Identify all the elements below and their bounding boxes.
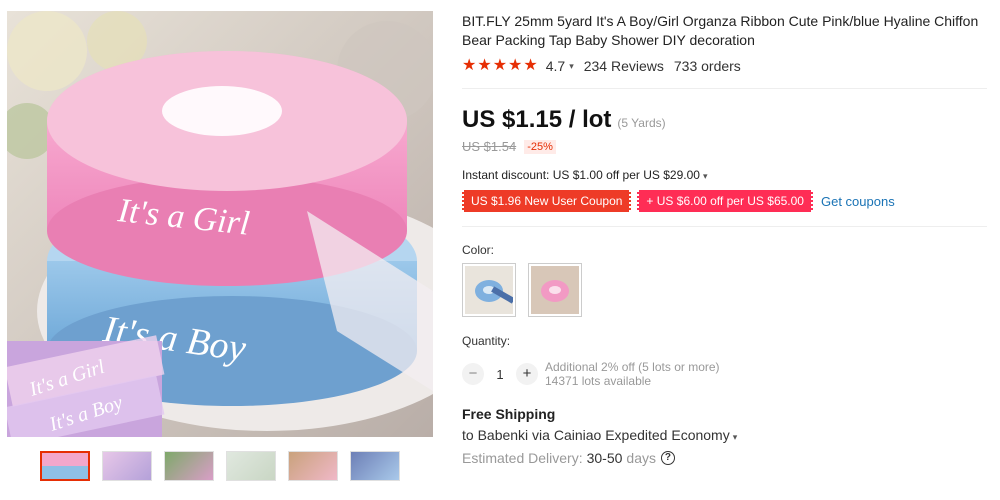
thumbnail-strip [40, 451, 400, 481]
chevron-down-icon: ▾ [702, 171, 708, 181]
chevron-down-icon: ▾ [732, 432, 738, 442]
estimated-delivery: Estimated Delivery: 30-50 days ? [462, 450, 675, 466]
bulk-discount-note: Additional 2% off (5 lots or more) [545, 360, 720, 374]
thumbnail-2[interactable] [102, 451, 152, 481]
quantity-note: Additional 2% off (5 lots or more) 14371… [545, 360, 720, 388]
quantity-increase-button[interactable]: + [516, 363, 538, 385]
shipping-destination-text: to Babenki via Cainiao Expedited Economy [462, 427, 730, 443]
product-title: BIT.FLY 25mm 5yard It's A Boy/Girl Organ… [462, 13, 979, 48]
star-icon: ★ [492, 57, 508, 74]
coupon-row: US $1.96 New User Coupon + US $6.00 off … [462, 190, 895, 212]
delivery-days: 30-50 [586, 450, 623, 466]
star-rating: ★ ★ ★ ★ ★ [462, 58, 538, 74]
star-icon: ★ [477, 57, 492, 74]
quantity-label: Quantity: [462, 334, 511, 348]
get-coupons-link[interactable]: Get coupons [821, 194, 895, 209]
chevron-down-icon[interactable]: ▾ [569, 61, 574, 72]
shipping-destination[interactable]: to Babenki via Cainiao Expedited Economy… [462, 427, 747, 443]
original-price-row: US $1.54 -25% [462, 139, 556, 154]
price-unit: (5 Yards) [617, 116, 666, 130]
color-label: Color: [462, 243, 495, 257]
rating-row: ★ ★ ★ ★ ★ 4.7 ▾ 234 Reviews 733 orders [462, 58, 741, 75]
thumbnail-4[interactable] [226, 451, 276, 481]
new-user-coupon[interactable]: US $1.96 New User Coupon [462, 190, 632, 212]
thumbnail-6[interactable] [350, 451, 400, 481]
price-row: US $1.15 / lot (5 Yards) [462, 106, 666, 134]
thumbnail-3[interactable] [164, 451, 214, 481]
store-coupon[interactable]: + US $6.00 off per US $65.00 [637, 190, 813, 212]
star-icon: ★ [523, 57, 538, 74]
stock-available: 14371 lots available [545, 374, 652, 388]
quantity-stepper: − 1 + Additional 2% off (5 lots or more)… [462, 360, 720, 388]
star-icon: ★ [508, 57, 523, 74]
original-price: US $1.54 [462, 139, 517, 154]
thumbnail-1[interactable] [40, 451, 90, 481]
shipping-title: Free Shipping [462, 406, 556, 422]
divider [462, 88, 987, 89]
quantity-input[interactable]: 1 [484, 367, 516, 382]
reviews-link[interactable]: 234 Reviews [584, 58, 664, 74]
delivery-unit: days [626, 450, 656, 466]
quantity-decrease-button[interactable]: − [462, 363, 484, 385]
instant-discount-text: Instant discount: US $1.00 off per US $2… [462, 168, 700, 182]
color-option-pink[interactable] [528, 263, 582, 317]
color-swatches [462, 263, 582, 317]
help-icon[interactable]: ? [660, 451, 675, 465]
thumbnail-5[interactable] [288, 451, 338, 481]
star-icon: ★ [462, 57, 477, 74]
delivery-label: Estimated Delivery: [462, 450, 583, 466]
rating-value[interactable]: 4.7 [546, 58, 565, 74]
current-price: US $1.15 / lot [462, 106, 612, 133]
discount-badge: -25% [524, 139, 556, 154]
main-product-image[interactable]: It's a Girl It's a Boy It's a Girl It's … [7, 11, 433, 437]
instant-discount[interactable]: Instant discount: US $1.00 off per US $2… [462, 168, 717, 182]
orders-count: 733 orders [673, 58, 741, 74]
color-option-blue[interactable] [462, 263, 516, 317]
divider [462, 226, 987, 227]
